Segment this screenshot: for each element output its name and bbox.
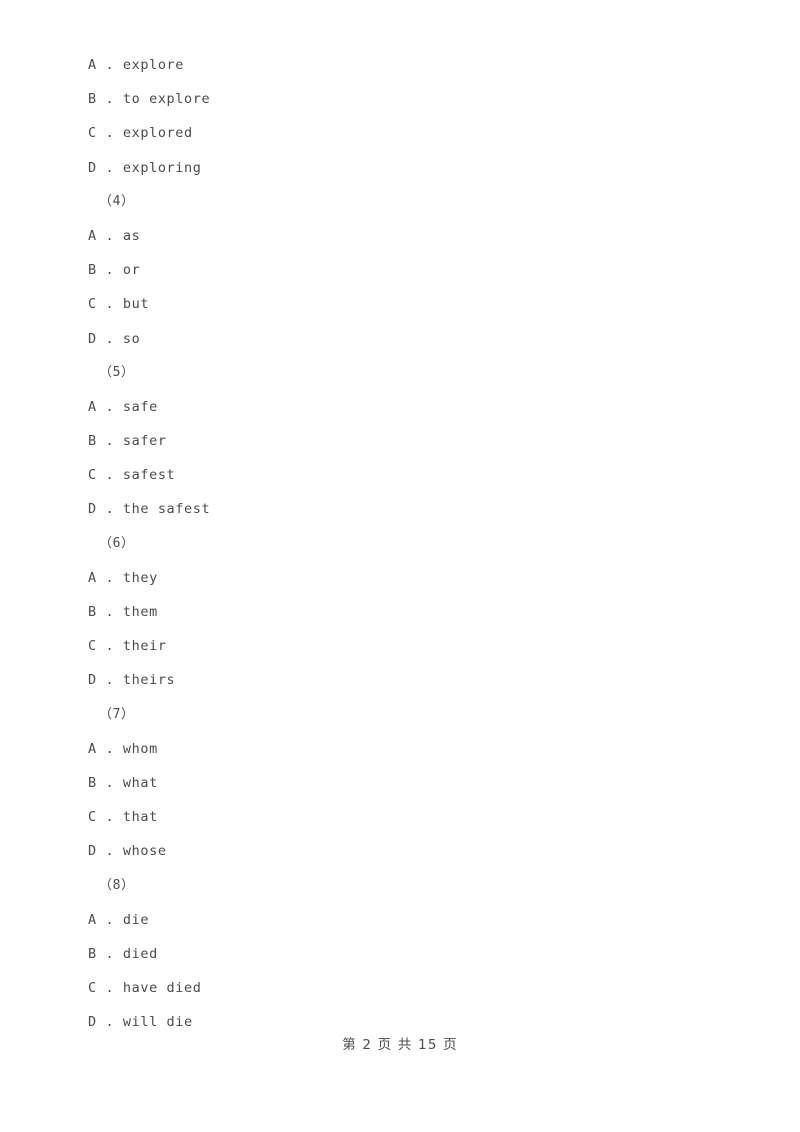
answer-option: C . explored — [88, 125, 193, 142]
answer-option: C . but — [88, 296, 150, 313]
answer-option: C . safest — [88, 467, 176, 484]
answer-option: A . they — [88, 569, 158, 586]
answer-option: A . explore — [88, 57, 185, 73]
document-page: A . explore B . to explore C . explored D .… — [0, 0, 800, 1132]
question-options-list: A . explore B . to explore C . explored D .… — [88, 48, 708, 1039]
question-number: （7） — [99, 706, 135, 722]
answer-option: D . exploring — [88, 159, 202, 176]
answer-option: A . whom — [88, 740, 158, 757]
answer-option: D . so — [88, 330, 141, 347]
answer-option: B . died — [88, 945, 158, 962]
page-footer: 第 2 页 共 15 页 — [342, 1037, 458, 1053]
answer-option: C . have died — [88, 980, 202, 997]
answer-option: B . safer — [88, 433, 167, 450]
answer-option: A . as — [88, 227, 141, 244]
answer-option: D . the safest — [88, 501, 211, 518]
answer-option: C . their — [88, 638, 167, 655]
answer-option: A . safe — [88, 398, 158, 415]
answer-option: D . theirs — [88, 672, 176, 689]
question-number: （8） — [99, 877, 135, 893]
answer-option: B . them — [88, 604, 158, 620]
answer-option: A . die — [88, 911, 150, 928]
question-number: （5） — [99, 364, 135, 380]
answer-option: C . that — [88, 809, 158, 826]
answer-option: B . or — [88, 262, 141, 279]
answer-option: B . to explore — [88, 91, 211, 108]
question-number: （6） — [99, 535, 135, 551]
answer-option: D . whose — [88, 843, 167, 860]
answer-option: B . what — [88, 774, 158, 791]
question-number: （4） — [99, 193, 135, 209]
